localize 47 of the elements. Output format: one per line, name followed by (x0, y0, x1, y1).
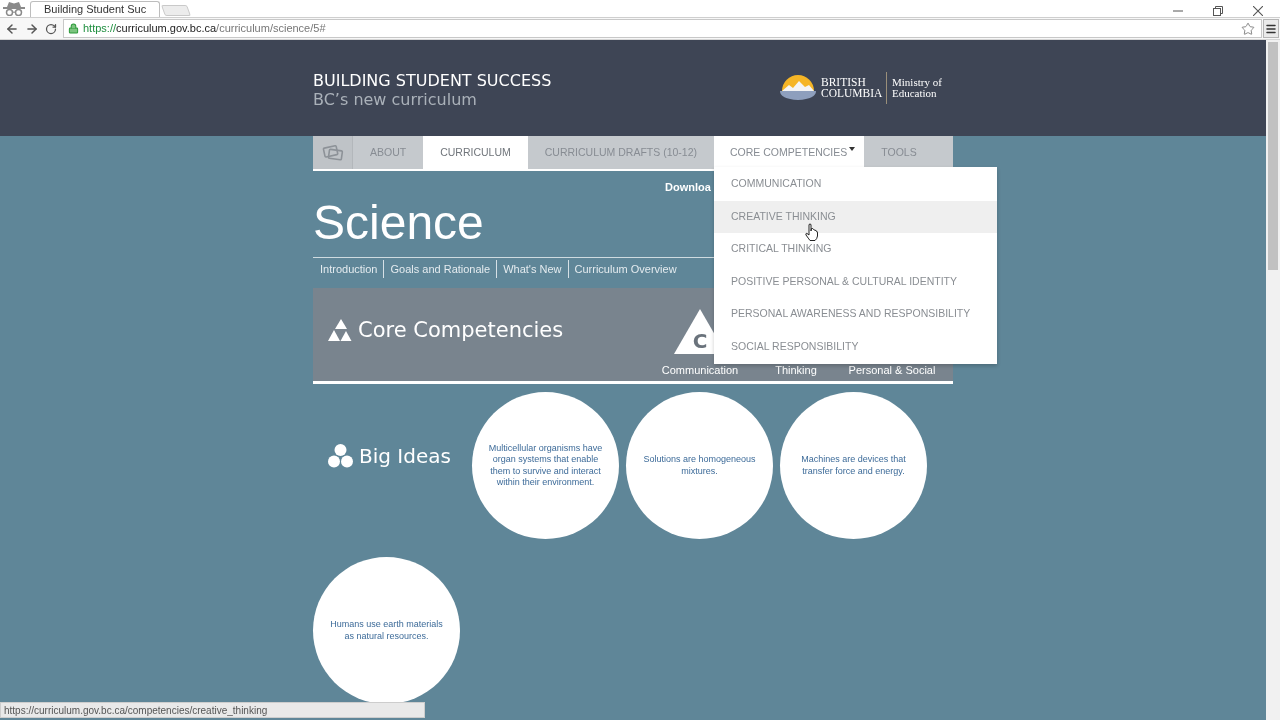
address-field[interactable]: https://curriculum.gov.bc.ca/curriculum/science/5# (63, 19, 1262, 38)
link-status-bar: https://curriculum.gov.bc.ca/competencies/creative_thinking (0, 702, 425, 718)
page-title: Science (313, 199, 484, 247)
competency-label: Personal & Social (847, 364, 937, 377)
section-link[interactable]: What's New (496, 260, 568, 278)
section-title: Big Ideas (359, 444, 451, 468)
hand-cursor-icon (805, 222, 819, 241)
menu-item[interactable]: SOCIAL RESPONSIBILITY (714, 330, 998, 363)
menu-button[interactable] (1263, 19, 1279, 38)
menu-item[interactable]: PERSONAL AWARENESS AND RESPONSIBILITY (714, 298, 998, 331)
nav-tab[interactable]: CURRICULUM (423, 136, 528, 169)
scrollbar-thumb[interactable] (1268, 42, 1278, 270)
menu-item[interactable]: COMMUNICATION (714, 168, 998, 201)
section-link[interactable]: Goals and Rationale (383, 260, 497, 278)
menu-item[interactable]: POSITIVE PERSONAL & CULTURAL IDENTITY (714, 265, 998, 298)
download-link[interactable]: Downloa (665, 180, 711, 194)
forward-icon[interactable] (25, 21, 39, 36)
caret-icon (849, 147, 856, 151)
ministry-wordmark: Ministry of Education (892, 77, 943, 99)
competency-label: Communication (660, 364, 740, 377)
menu-item[interactable]: CRITICAL THINKING (714, 233, 998, 266)
circles-icon (328, 444, 353, 468)
star-icon[interactable] (1241, 21, 1255, 36)
panel-title: Core Competencies (358, 319, 564, 341)
big-idea-text: Humans use earth materials as natural resources. (329, 619, 444, 642)
competency-label: Thinking (774, 364, 818, 377)
restore-icon[interactable] (1213, 5, 1223, 16)
sun-mountains-logo-icon (778, 74, 818, 102)
big-idea-text: Multicellular organisms have organ systems that enable them to survive and interact within their environment. (487, 442, 604, 489)
url-text: https://curriculum.gov.bc.ca/curriculum/science/5# (83, 23, 326, 34)
menu-icon (1265, 22, 1277, 35)
big-idea-text: Solutions are homogeneous mixtures. (642, 454, 757, 477)
lock-icon (68, 23, 79, 34)
reload-icon[interactable] (45, 22, 57, 35)
triangles-icon (328, 319, 352, 341)
province-wordmark: BRITISH COLUMBIA (821, 77, 881, 99)
stacked-cards-icon (321, 144, 344, 161)
section-link[interactable]: Introduction (313, 260, 384, 278)
close-icon[interactable] (1253, 5, 1263, 16)
browser-tab[interactable]: Building Student Suc (30, 1, 160, 17)
big-idea-text: Machines are devices that transfer force and energy. (800, 454, 907, 477)
incognito-icon (2, 1, 26, 16)
site-title: BUILDING STUDENT SUCCESS (313, 71, 552, 90)
section-link[interactable]: Curriculum Overview (567, 260, 683, 278)
back-icon[interactable] (5, 21, 19, 36)
nav-dropdown-tab[interactable]: CORE COMPETENCIES (714, 136, 865, 169)
site-subtitle: BC’s new curriculum (313, 90, 478, 109)
